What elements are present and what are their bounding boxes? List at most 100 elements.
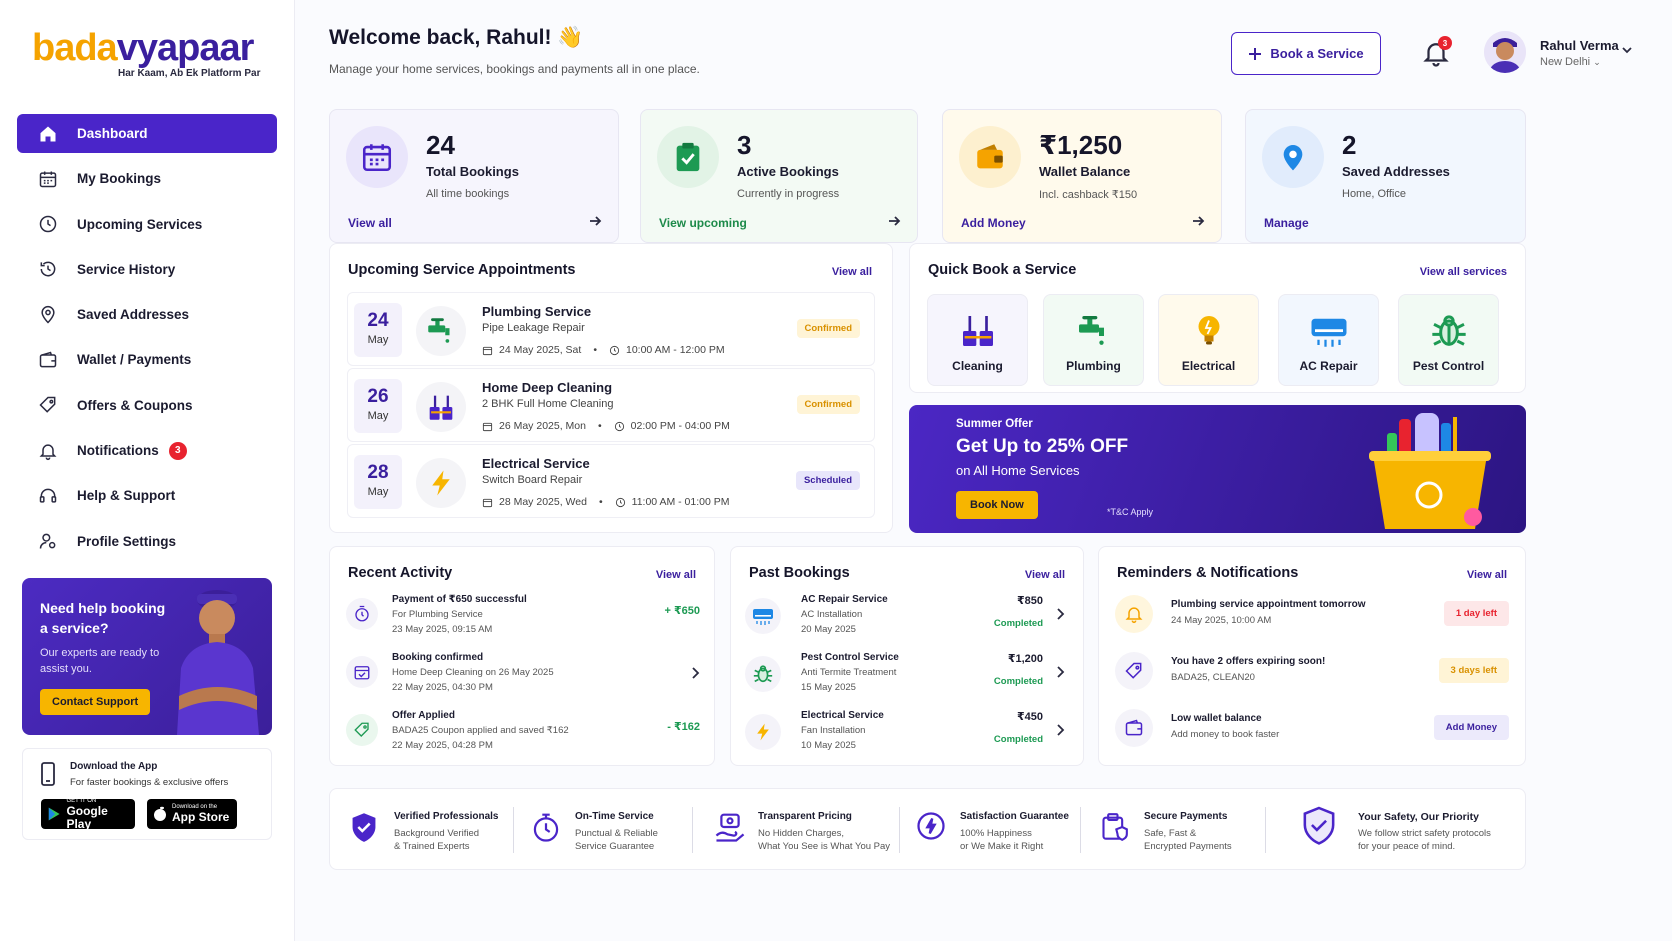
calendar-icon [482,346,493,355]
quick-book-plumbing[interactable]: Plumbing [1043,294,1144,386]
quick-book-electrical[interactable]: Electrical [1158,294,1259,386]
trust-desc-line2: & Trained Experts [394,841,470,852]
tag-icon [37,394,59,416]
appointment-day: 28 [367,462,389,483]
sidebar-item-help[interactable]: Help & Support [17,476,277,515]
support-agent-illustration [177,590,259,735]
stat-value: 2 [1342,130,1357,160]
reminder-subtitle: 24 May 2025, 10:00 AM [1171,615,1272,626]
trust-desc: 100% Happiness or We Make it Right [960,827,1043,853]
download-app-subtitle: For faster bookings & exclusive offers [70,777,229,788]
activity-row[interactable]: Offer Applied BADA25 Coupon applied and … [342,710,704,762]
sidebar-item-dashboard[interactable]: Dashboard [17,114,277,153]
upcoming-view-all-link[interactable]: View all [832,266,872,278]
sidebar-item-offers[interactable]: Offers & Coupons [17,386,277,425]
avatar[interactable] [1484,31,1526,73]
user-name: Rahul Verma [1540,38,1619,53]
app-store-button[interactable]: Download on the App Store [147,799,237,829]
trust-desc-line2: for your peace of mind. [1358,841,1456,852]
clock-icon [614,421,624,431]
light-bulb-icon [1159,307,1258,355]
sidebar-item-wallet[interactable]: Wallet / Payments [17,340,277,379]
appointment-meta: 26 May 2025, Mon • 02:00 PM - 04:00 PM [482,420,730,432]
appointment-row[interactable]: 28 May Electrical Service Switch Board Re… [347,444,875,518]
activity-row[interactable]: Payment of ₹650 successful For Plumbing … [342,594,704,646]
appointment-meta: 28 May 2025, Wed • 11:00 AM - 01:00 PM [482,496,730,508]
plus-icon [1249,47,1262,60]
google-play-big-text: Google Play [66,803,108,831]
headset-icon [37,485,59,507]
sidebar-item-my-bookings[interactable]: My Bookings [17,159,277,198]
reminders-view-all-link[interactable]: View all [1467,569,1507,581]
appointment-date-text: 26 May 2025, Mon [499,420,586,432]
reminder-row[interactable]: Low wallet balance Add money to book fas… [1115,707,1509,753]
appointment-row[interactable]: 26 May Home Deep Cleaning 2 BHK Full Home… [347,368,875,442]
reminder-row[interactable]: Plumbing service appointment tomorrow 24… [1115,593,1509,639]
trust-desc-line2: Service Guarantee [575,841,655,852]
activity-view-all-link[interactable]: View all [656,569,696,581]
appointment-date: 28 May [354,455,402,509]
view-upcoming-link[interactable]: View upcoming [659,216,747,230]
past-view-all-link[interactable]: View all [1025,569,1065,581]
sidebar-item-saved-addresses[interactable]: Saved Addresses [17,295,277,334]
sidebar: badavyapaar Har Kaam, Ab Ek Platform Par… [0,0,295,941]
chevron-right-icon[interactable] [1055,607,1065,621]
book-service-button[interactable]: Book a Service [1231,32,1381,75]
user-location[interactable]: New Delhi ⌄ [1540,56,1601,68]
quick-book-pest-control[interactable]: Pest Control [1398,294,1499,386]
appointment-title: Home Deep Cleaning [482,380,613,395]
chevron-right-icon[interactable] [1055,665,1065,679]
sidebar-item-label: Profile Settings [77,533,177,549]
clipboard-check-icon [657,126,719,188]
trust-title: Your Safety, Our Priority [1358,811,1479,823]
chevron-right-icon[interactable] [690,666,700,680]
arrow-right-icon[interactable] [588,214,602,228]
chevron-right-icon[interactable] [1055,723,1065,737]
quick-book-ac-repair[interactable]: AC Repair [1278,294,1379,386]
appointment-date-text: 28 May 2025, Wed [499,496,587,508]
trust-desc: We follow strict safety protocols for you… [1358,827,1491,853]
sidebar-item-profile-settings[interactable]: Profile Settings [17,522,277,561]
reminder-add-money-button[interactable]: Add Money [1433,715,1509,740]
trust-desc-line1: We follow strict safety protocols [1358,828,1491,839]
history-icon [37,258,59,280]
past-booking-row[interactable]: Electrical Service Fan Installation 10 M… [745,710,1071,762]
appointment-row[interactable]: 24 May Plumbing Service Pipe Leakage Repa… [347,292,875,366]
sidebar-item-service-history[interactable]: Service History [17,250,277,289]
past-booking-amount: ₹1,200 [1007,653,1043,665]
separator-dot: • [593,344,597,356]
past-booking-row[interactable]: AC Repair Service AC Installation 20 May… [745,594,1071,646]
quick-book-cleaning[interactable]: Cleaning [927,294,1028,386]
arrow-right-icon[interactable] [1191,214,1205,228]
home-icon [37,123,59,145]
sidebar-nav: Dashboard My Bookings Upcoming Services … [0,104,294,561]
brand-part2: vyapaar [116,27,255,69]
arrow-right-icon[interactable] [887,214,901,228]
bell-icon [1115,595,1153,633]
page-subtitle: Manage your home services, bookings and … [329,62,700,76]
past-booking-subtitle: Fan Installation [801,725,866,736]
sidebar-item-notifications[interactable]: Notifications 3 [17,431,277,470]
user-menu-chevron-icon[interactable] [1621,44,1633,56]
quick-book-title: Quick Book a Service [928,262,1077,278]
add-money-link[interactable]: Add Money [961,216,1026,230]
view-all-bookings-link[interactable]: View all [348,216,392,230]
activity-row[interactable]: Booking confirmed Home Deep Cleaning on … [342,652,704,704]
manage-addresses-link[interactable]: Manage [1264,216,1309,230]
sidebar-item-upcoming-services[interactable]: Upcoming Services [17,205,277,244]
appointment-month: May [367,410,389,422]
google-play-button[interactable]: GET IT ON Google Play [41,798,135,831]
reminder-row[interactable]: You have 2 offers expiring soon! BADA25,… [1115,650,1509,696]
apple-icon [154,806,166,821]
brand-wordmark: badavyapaar [32,26,294,70]
contact-support-button[interactable]: Contact Support [40,689,151,715]
appointment-meta: 24 May 2025, Sat • 10:00 AM - 12:00 PM [482,344,725,356]
satisfaction-bolt-icon [917,812,945,840]
brand-logo[interactable]: badavyapaar Har Kaam, Ab Ek Platform Par [0,0,294,104]
stat-active-bookings: 3 Active Bookings Currently in progress … [640,109,918,243]
bell-icon [37,440,59,462]
past-booking-row[interactable]: Pest Control Service Anti Termite Treatm… [745,652,1071,704]
book-now-button[interactable]: Book Now [956,491,1038,519]
separator-dot: • [598,496,603,508]
view-all-services-link[interactable]: View all services [1420,266,1507,278]
